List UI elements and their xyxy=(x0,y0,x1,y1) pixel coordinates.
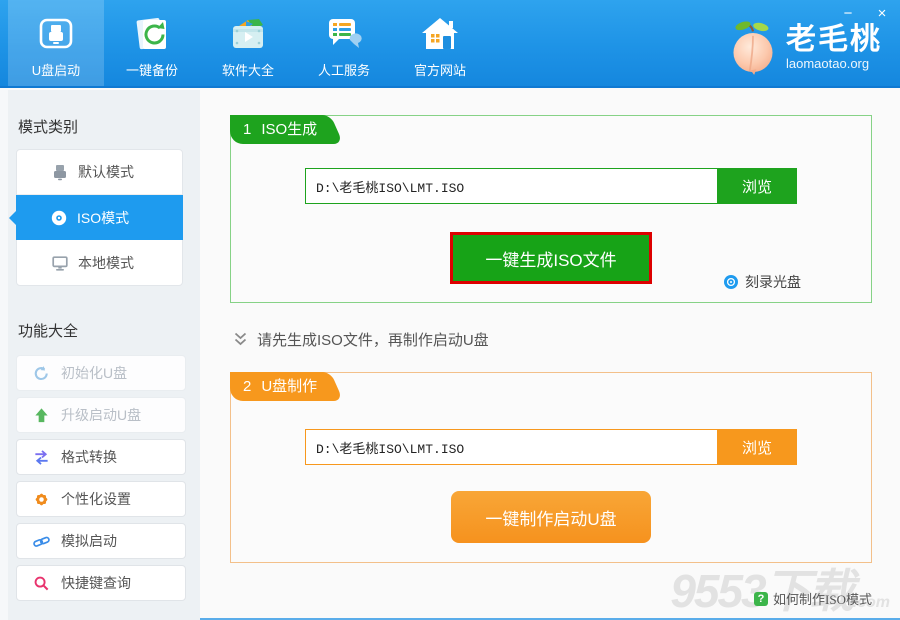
func-simulate-boot-button[interactable]: 模拟启动 xyxy=(16,523,186,559)
service-icon xyxy=(322,12,366,56)
iso-section-tab: 1 ISO生成 xyxy=(230,115,323,144)
help-link-label: 如何制作ISO模式 xyxy=(773,589,872,608)
brand-logo: 老毛桃 laomaotao.org xyxy=(726,18,882,76)
software-icon xyxy=(226,12,270,56)
usb-drive-icon xyxy=(51,163,69,181)
mode-item-label: 本地模式 xyxy=(78,253,134,273)
disc-icon xyxy=(50,209,68,227)
make-usb-button[interactable]: 一键制作启动U盘 xyxy=(451,491,651,543)
main-content: 1ISO生成 浏览 一键生成ISO文件 刻录光盘 请先生成ISO文件，再制作 xyxy=(200,90,900,620)
refresh-icon xyxy=(33,365,50,382)
up-arrow-icon xyxy=(33,407,50,424)
mode-card: 默认模式 ISO模式 本地模式 xyxy=(16,149,183,286)
step-number: 2 xyxy=(243,378,251,395)
usb-path-input[interactable] xyxy=(305,429,717,465)
func-format-convert-button[interactable]: 格式转换 xyxy=(16,439,186,475)
usb-boot-icon xyxy=(34,12,78,56)
logo-title: 老毛桃 xyxy=(786,24,882,56)
burn-disc-link[interactable]: 刻录光盘 xyxy=(723,272,801,292)
nav-service[interactable]: 人工服务 xyxy=(296,0,392,86)
nav-label: 一键备份 xyxy=(126,60,178,79)
mode-item-label: ISO模式 xyxy=(77,208,129,228)
monitor-icon xyxy=(51,254,69,272)
func-button-label: 格式转换 xyxy=(61,447,117,467)
nav-backup[interactable]: 一键备份 xyxy=(104,0,200,86)
step-number: 1 xyxy=(243,121,251,138)
logo-subtitle: laomaotao.org xyxy=(786,56,882,71)
question-icon: ? xyxy=(754,592,768,606)
mode-item-label: 默认模式 xyxy=(78,162,134,182)
function-list: 初始化U盘 升级启动U盘 格式转换 xyxy=(16,355,200,601)
function-section-title: 功能大全 xyxy=(18,320,200,341)
logo-text: 老毛桃 laomaotao.org xyxy=(786,24,882,71)
sidebar-item-default-mode[interactable]: 默认模式 xyxy=(17,150,182,195)
iso-generate-section: 1 ISO生成 浏览 一键生成ISO文件 刻录光盘 xyxy=(230,115,872,303)
notice-row: 请先生成ISO文件，再制作启动U盘 xyxy=(233,329,900,350)
usb-section-tab: 2 U盘制作 xyxy=(230,372,323,401)
sidebar-item-local-mode[interactable]: 本地模式 xyxy=(17,240,182,285)
search-icon xyxy=(33,575,50,592)
iso-path-input[interactable] xyxy=(305,168,717,204)
nav-usb-boot[interactable]: U盘启动 xyxy=(8,0,104,86)
mode-section-title: 模式类别 xyxy=(18,116,200,137)
sidebar-item-iso-mode[interactable]: ISO模式 xyxy=(16,195,183,240)
func-button-label: 快捷键查询 xyxy=(61,573,131,593)
func-button-label: 个性化设置 xyxy=(61,489,131,509)
func-button-label: 升级启动U盘 xyxy=(61,405,141,425)
sidebar: 模式类别 默认模式 ISO模式 xyxy=(0,90,200,620)
usb-make-section: 2 U盘制作 浏览 一键制作启动U盘 xyxy=(230,372,872,563)
iso-browse-button[interactable]: 浏览 xyxy=(717,168,797,204)
section-title: ISO生成 xyxy=(261,121,317,138)
burn-disc-icon xyxy=(723,274,739,290)
nav-label: 官方网站 xyxy=(414,60,466,79)
nav-software[interactable]: 软件大全 xyxy=(200,0,296,86)
swap-arrows-icon xyxy=(33,449,50,466)
website-icon xyxy=(418,12,462,56)
func-button-label: 初始化U盘 xyxy=(61,363,127,383)
link-icon xyxy=(33,533,50,550)
func-hotkey-query-button[interactable]: 快捷键查询 xyxy=(16,565,186,601)
notice-text: 请先生成ISO文件，再制作启动U盘 xyxy=(257,329,489,350)
nav-label: U盘启动 xyxy=(32,60,80,79)
gear-icon xyxy=(33,491,50,508)
iso-path-row: 浏览 xyxy=(305,168,797,204)
usb-browse-button[interactable]: 浏览 xyxy=(717,429,797,465)
func-personalize-button[interactable]: 个性化设置 xyxy=(16,481,186,517)
help-link[interactable]: ? 如何制作ISO模式 xyxy=(754,589,872,608)
generate-iso-button[interactable]: 一键生成ISO文件 xyxy=(450,232,652,284)
app-window: U盘启动 一键备份 xyxy=(0,0,900,620)
nav-label: 软件大全 xyxy=(222,60,274,79)
nav-label: 人工服务 xyxy=(318,60,370,79)
backup-icon xyxy=(130,12,174,56)
top-nav: U盘启动 一键备份 xyxy=(8,0,488,86)
func-button-label: 模拟启动 xyxy=(61,531,117,551)
nav-website[interactable]: 官方网站 xyxy=(392,0,488,86)
usb-path-row: 浏览 xyxy=(305,429,797,465)
peach-icon xyxy=(726,18,780,76)
func-init-usb-button[interactable]: 初始化U盘 xyxy=(16,355,186,391)
burn-disc-label: 刻录光盘 xyxy=(745,272,801,292)
double-chevron-down-icon xyxy=(233,332,248,347)
func-upgrade-usb-button[interactable]: 升级启动U盘 xyxy=(16,397,186,433)
header-bar: U盘启动 一键备份 xyxy=(0,0,900,88)
section-title: U盘制作 xyxy=(261,378,317,395)
